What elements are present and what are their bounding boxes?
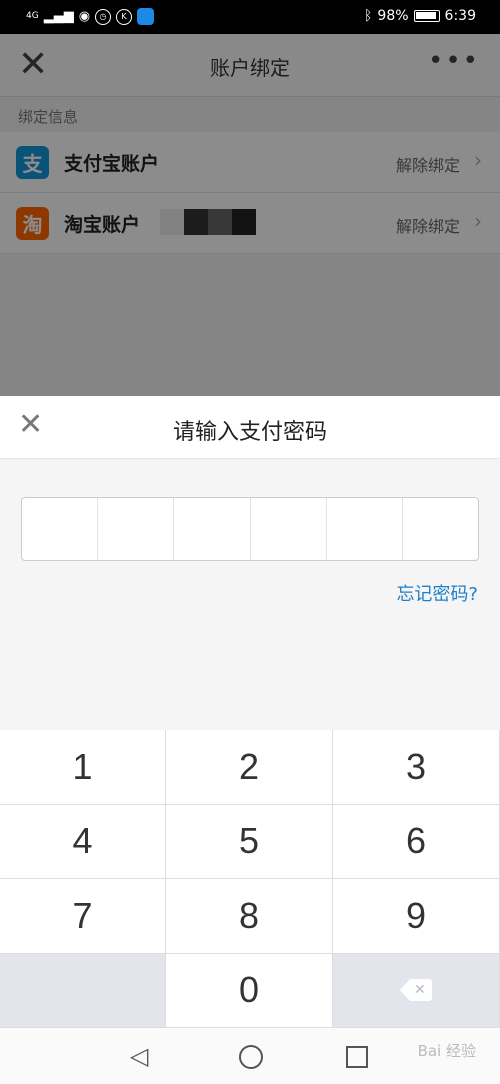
watermark: Bai 经验	[417, 1042, 476, 1060]
key-2[interactable]: 2	[166, 730, 333, 805]
key-9[interactable]: 9	[333, 879, 500, 954]
app-icon	[137, 8, 155, 25]
key-3[interactable]: 3	[333, 730, 500, 805]
password-digit-cell	[22, 498, 99, 560]
recent-apps-icon[interactable]	[346, 1046, 368, 1068]
password-digit-cell	[251, 498, 327, 560]
key-4[interactable]: 4	[0, 804, 166, 879]
signal-bars-icon: ▂▄▆	[43, 9, 74, 24]
password-input[interactable]	[21, 497, 479, 561]
password-digit-cell	[327, 498, 403, 560]
backspace-icon: ✕	[400, 979, 432, 1002]
key-1[interactable]: 1	[0, 730, 166, 805]
password-sheet: ✕ 请输入支付密码 忘记密码?	[0, 396, 500, 730]
k-icon: K	[116, 8, 133, 25]
sheet-title: 请输入支付密码	[172, 420, 327, 445]
status-bar: 4G ▂▄▆ ◉ ◷ K ᛒ 98% 6:39	[0, 0, 500, 34]
forgot-password-link[interactable]: 忘记密码?	[396, 580, 478, 606]
sheet-header: ✕ 请输入支付密码	[0, 396, 500, 459]
modal-overlay[interactable]	[0, 34, 500, 396]
key-7[interactable]: 7	[0, 879, 166, 954]
clock: 6:39	[444, 8, 476, 24]
eye-icon: ◉	[78, 9, 91, 24]
back-icon[interactable]: ◁	[130, 1042, 148, 1070]
password-digit-cell	[98, 498, 175, 560]
delete-key[interactable]: ✕	[333, 953, 500, 1028]
key-8[interactable]: 8	[166, 879, 333, 954]
alarm-icon: ◷	[95, 8, 112, 25]
password-digit-cell	[403, 498, 478, 560]
password-digit-cell	[174, 498, 251, 560]
battery-percent: 98%	[377, 8, 409, 24]
key-6[interactable]: 6	[333, 804, 500, 879]
key-blank	[0, 953, 166, 1028]
numeric-keypad: 1 2 3 4 5 6 7 8 9 0 ✕	[0, 730, 500, 1028]
home-icon[interactable]	[239, 1045, 263, 1069]
bluetooth-icon: ᛒ	[364, 8, 373, 24]
battery-icon	[413, 10, 440, 22]
key-0[interactable]: 0	[166, 953, 333, 1028]
system-nav-bar: ◁ Bai 经验	[0, 1028, 500, 1084]
signal-icon: 4G	[26, 11, 39, 21]
key-5[interactable]: 5	[166, 804, 333, 879]
